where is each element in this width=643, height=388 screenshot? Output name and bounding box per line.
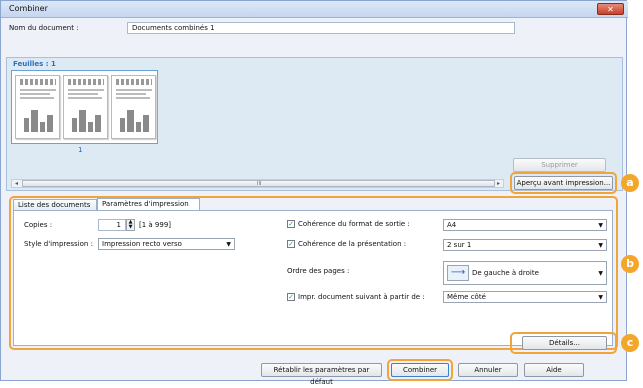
combine-dialog: Combiner ✕ Nom du document : Documents c… xyxy=(0,0,639,386)
chevron-down-icon: ▼ xyxy=(598,270,603,277)
pages-title: Feuilles : 1 xyxy=(13,60,56,68)
print-settings-panel: Copies : 1 ▲ ▼ [1 à 999] Style d'impressi… xyxy=(13,210,613,346)
checkmark-icon: ✓ xyxy=(288,293,294,301)
page-number: 1 xyxy=(78,146,83,154)
copies-range: [1 à 999] xyxy=(139,221,172,229)
next-doc-checkbox[interactable]: ✓ xyxy=(287,293,295,301)
print-preview-button[interactable]: Aperçu avant impression... xyxy=(514,176,613,190)
checkmark-icon: ✓ xyxy=(288,240,294,248)
page-thumbnail-group[interactable] xyxy=(11,70,158,144)
next-doc-value: Même côté xyxy=(447,293,486,301)
grip-icon: III xyxy=(257,181,262,187)
doc-name-label: Nom du document : xyxy=(9,24,79,32)
next-doc-label: Impr. document suivant à partir de : xyxy=(298,293,425,301)
cancel-button[interactable]: Annuler xyxy=(458,363,518,377)
output-format-checkbox[interactable]: ✓ xyxy=(287,220,295,228)
scroll-right-icon[interactable]: ▸ xyxy=(494,180,503,187)
reset-defaults-button[interactable]: Rétablir les paramètres par défaut xyxy=(261,363,382,386)
doc-name-input[interactable]: Documents combinés 1 xyxy=(127,22,515,34)
pages-scrollbar[interactable]: ◂ III ▸ xyxy=(11,179,504,188)
callout-a-badge: a xyxy=(621,174,639,192)
scroll-left-icon[interactable]: ◂ xyxy=(12,180,21,187)
page-order-label: Ordre des pages : xyxy=(287,267,350,275)
chevron-down-icon: ▼ xyxy=(598,222,603,229)
callout-c-badge: c xyxy=(621,334,639,352)
output-format-select[interactable]: A4 ▼ xyxy=(443,219,607,231)
print-style-select[interactable]: Impression recto verso ▼ xyxy=(98,238,235,250)
delete-button[interactable]: Supprimer xyxy=(513,158,606,172)
details-button[interactable]: Détails... xyxy=(522,336,607,350)
output-format-value: A4 xyxy=(447,221,457,229)
window-title: Combiner xyxy=(9,4,48,13)
print-style-value: Impression recto verso xyxy=(102,240,182,248)
title-bar: Combiner ✕ xyxy=(1,1,628,18)
close-button[interactable]: ✕ xyxy=(597,3,624,15)
copies-input[interactable]: 1 xyxy=(98,219,126,231)
layout-select[interactable]: 2 sur 1 ▼ xyxy=(443,239,607,251)
chevron-down-icon: ▼ xyxy=(226,241,231,248)
output-format-label: Cohérence du format de sortie : xyxy=(298,220,410,228)
layout-label: Cohérence de la présentation : xyxy=(298,240,407,248)
spin-arrows-icon[interactable]: ▲ ▼ xyxy=(126,219,135,231)
layout-checkbox[interactable]: ✓ xyxy=(287,240,295,248)
chevron-down-icon: ▼ xyxy=(598,242,603,249)
page-thumbnail[interactable] xyxy=(63,75,108,139)
chevron-down-icon: ▼ xyxy=(598,294,603,301)
layout-value: 2 sur 1 xyxy=(447,241,472,249)
next-doc-select[interactable]: Même côté ▼ xyxy=(443,291,607,303)
page-order-value: De gauche à droite xyxy=(472,269,539,277)
page-order-select[interactable]: ⟶ De gauche à droite ▼ xyxy=(443,261,607,285)
close-icon: ✕ xyxy=(607,5,614,14)
scrollbar-thumb[interactable]: III xyxy=(22,180,495,187)
callout-b-badge: b xyxy=(621,255,639,273)
checkmark-icon: ✓ xyxy=(288,220,294,228)
help-button[interactable]: Aide xyxy=(524,363,584,377)
combine-button[interactable]: Combiner xyxy=(391,363,449,377)
page-thumbnail[interactable] xyxy=(15,75,60,139)
arrow-right-icon: ⟶ xyxy=(447,265,469,281)
page-thumbnail[interactable] xyxy=(111,75,156,139)
copies-label: Copies : xyxy=(24,221,53,229)
print-style-label: Style d'impression : xyxy=(24,240,93,248)
